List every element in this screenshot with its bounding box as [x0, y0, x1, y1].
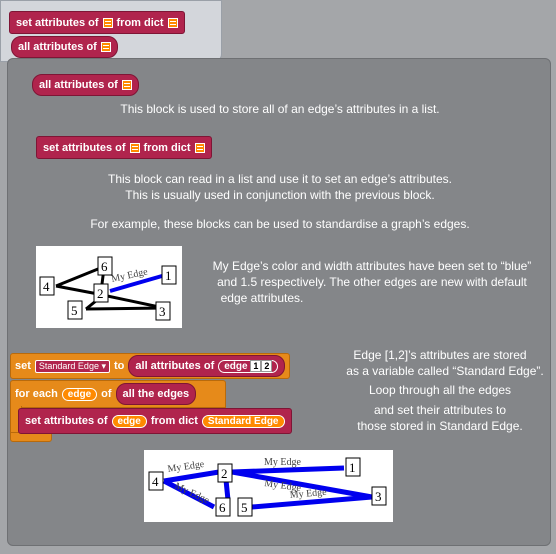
loop-variable[interactable]: edge: [61, 387, 98, 401]
set-attributes-description-1: This block can read in a list and use it…: [108, 172, 452, 186]
graph-1-description-2: and 1.5 respectively. The other edges ar…: [217, 275, 527, 289]
label: set attributes of: [16, 16, 99, 29]
list-slot-icon[interactable]: [194, 142, 205, 153]
node-number[interactable]: 1: [250, 359, 262, 372]
node-label: 5: [71, 303, 78, 318]
graph-2-svg: My Edge My Edge My Edge My Edge My Edge …: [148, 457, 387, 517]
set-attributes-description-2: This is usually used in conjunction with…: [125, 188, 435, 202]
variable-dropdown[interactable]: Standard Edge ▾: [34, 359, 110, 373]
graph-1-description-3: edge attributes.: [220, 291, 304, 305]
list-slot-icon[interactable]: [121, 80, 132, 90]
node-label: 4: [152, 474, 159, 489]
chevron-down-icon: ▾: [101, 360, 106, 371]
example-text: For example, these blocks can be used to…: [90, 217, 470, 231]
list-slot-icon[interactable]: [167, 17, 178, 28]
graph-1-svg: My Edge 4 6 2 1 5 3: [39, 256, 177, 321]
label: all attributes of: [135, 360, 215, 372]
edge-label: My Edge: [167, 459, 206, 475]
script-description-3: Loop through all the edges: [368, 383, 512, 397]
label: all attributes of: [39, 79, 118, 91]
graph-image-1: My Edge 4 6 2 1 5 3: [36, 246, 182, 328]
label: of: [101, 388, 112, 400]
label: set: [15, 360, 31, 372]
variable-name: Standard Edge: [38, 360, 99, 371]
script-description-1: Edge [1,2]’s attributes are stored: [353, 348, 527, 362]
label: for each: [15, 388, 58, 400]
set-attributes-from-dict-block[interactable]: set attributes of edge from dict Standar…: [18, 408, 292, 434]
palette-all-attributes-block[interactable]: all attributes of: [11, 36, 118, 58]
palette-set-attributes-block[interactable]: set attributes of from dict: [9, 11, 185, 34]
list-slot-icon[interactable]: [100, 42, 111, 52]
label: from dict: [143, 141, 191, 154]
node-label: 4: [43, 279, 50, 294]
label: set attributes of: [25, 415, 108, 427]
node-label: 6: [219, 500, 226, 515]
standard-edge-variable[interactable]: Standard Edge: [201, 414, 285, 428]
edge-variable[interactable]: edge: [111, 414, 147, 428]
node-number[interactable]: 2: [261, 359, 273, 372]
node-label: 6: [101, 259, 108, 274]
node-label: 3: [375, 489, 382, 504]
label: all attributes of: [18, 41, 97, 53]
set-variable-block[interactable]: set Standard Edge ▾ to all attributes of…: [10, 353, 291, 379]
block-palette: set attributes of from dict all attribut…: [0, 0, 222, 62]
node-label: 5: [241, 500, 248, 515]
label: to: [114, 360, 125, 372]
for-each-block[interactable]: for each edge of all the edges: [10, 380, 226, 408]
node-label: 3: [159, 304, 166, 319]
label: set attributes of: [43, 141, 126, 154]
all-attributes-description: This block is used to store all of an ed…: [120, 102, 440, 116]
node-label: 1: [165, 268, 172, 283]
script-description-5: those stored in Standard Edge.: [357, 419, 523, 433]
list-slot-icon[interactable]: [102, 17, 113, 28]
edge-reporter[interactable]: edge 12: [218, 359, 279, 373]
graph-1-description-1: My Edge’s color and width attributes hav…: [212, 259, 532, 273]
label: edge: [224, 360, 248, 372]
node-label: 2: [97, 286, 104, 301]
node-label: 1: [349, 460, 356, 475]
label: from dict: [116, 16, 164, 29]
label: from dict: [150, 415, 198, 427]
edge-label: My Edge: [264, 457, 302, 468]
edge-label: My Edge: [173, 481, 212, 507]
graph-image-2: My Edge My Edge My Edge My Edge My Edge …: [144, 450, 393, 522]
set-attributes-block[interactable]: set attributes of from dict: [36, 136, 212, 159]
all-attributes-block[interactable]: all attributes of: [32, 74, 139, 96]
all-edges-reporter[interactable]: all the edges: [115, 383, 197, 405]
node-label: 2: [221, 466, 228, 481]
all-attributes-reporter[interactable]: all attributes of edge 12: [128, 355, 286, 377]
list-slot-icon[interactable]: [129, 142, 140, 153]
script-description-4: and set their attributes to: [373, 403, 507, 417]
script-description-2: as a variable called “Standard Edge”.: [346, 364, 544, 378]
